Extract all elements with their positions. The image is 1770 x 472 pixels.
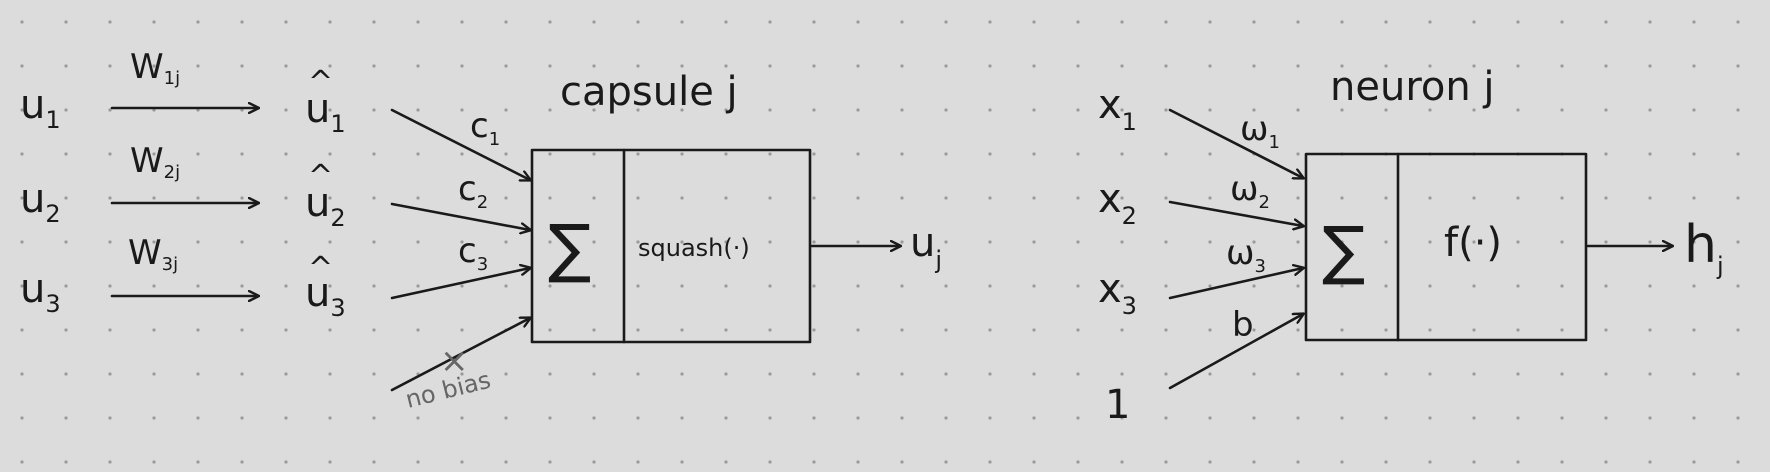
diagram-svg: capsule j u1 W1j ^ u1 c1 u2 W2j ^ u2 c2 … [0,0,1770,472]
activation-function-label: f(·) [1444,220,1502,266]
bias-input-one: 1 [1105,382,1130,428]
dot-grid-background [0,0,1770,472]
diagram-canvas: capsule j u1 W1j ^ u1 c1 u2 W2j ^ u2 c2 … [0,0,1770,472]
squash-function-label: squash(·) [638,234,750,262]
capsule-title: capsule j [560,69,738,115]
neuron-sum-symbol: ∑ [1322,214,1365,288]
capsule-sum-symbol: ∑ [548,212,591,286]
neuron-title: neuron j [1330,64,1495,110]
bias-weight-b: b [1232,305,1254,345]
